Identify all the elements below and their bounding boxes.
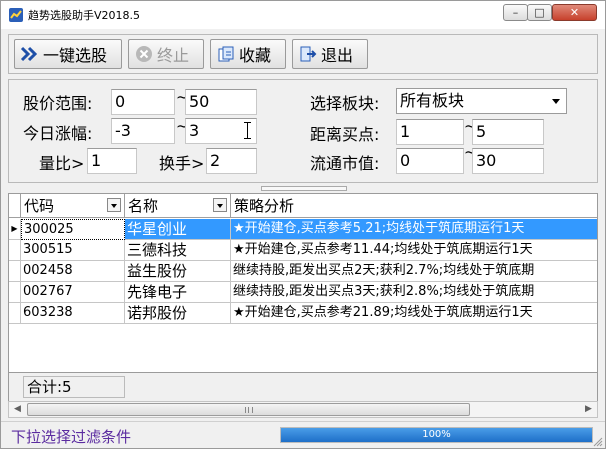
cell-name[interactable]: 华星创业 bbox=[125, 219, 231, 240]
buy-distance-min-input[interactable]: 1 bbox=[396, 119, 464, 145]
cell-code[interactable]: 002458 bbox=[21, 261, 125, 282]
float-cap-max-input[interactable]: 30 bbox=[472, 148, 544, 174]
total-count: 合计:5 bbox=[23, 376, 125, 398]
turnover-input[interactable]: 2 bbox=[206, 148, 257, 174]
header-name[interactable]: 名称 bbox=[125, 194, 231, 218]
chevron-down-icon bbox=[552, 99, 560, 104]
header-code-label: 代码 bbox=[24, 197, 55, 215]
cell-strategy[interactable]: ★开始建仓,买点参考21.89;均线处于筑底期运行1天 bbox=[231, 303, 597, 324]
buy-distance-label: 距离买点: bbox=[310, 125, 380, 144]
row-indicator bbox=[9, 240, 21, 261]
status-bar: 下拉选择过滤条件 100% bbox=[1, 421, 605, 448]
cell-strategy[interactable]: ★开始建仓,买点参考11.44;均线处于筑底期运行1天 bbox=[231, 240, 597, 261]
buy-distance-max-input[interactable]: 5 bbox=[472, 119, 544, 145]
grid-header: 代码 名称 策略分析 bbox=[9, 194, 597, 218]
filter-dropdown-icon[interactable] bbox=[107, 198, 121, 212]
price-range-label: 股价范围: bbox=[23, 94, 93, 113]
float-cap-label: 流通市值: bbox=[310, 154, 380, 173]
scrollbar-thumb[interactable] bbox=[27, 403, 470, 416]
table-row[interactable]: 300515 三德科技 ★开始建仓,买点参考11.44;均线处于筑底期运行1天 bbox=[9, 240, 597, 261]
double-chevron-right-icon bbox=[20, 44, 40, 64]
row-indicator bbox=[9, 261, 21, 282]
row-indicator bbox=[9, 282, 21, 303]
table-row[interactable]: 002767 先锋电子 继续持股,距发出买点3天;获利2.8%;均线处于筑底期 bbox=[9, 282, 597, 303]
resize-grip-icon[interactable] bbox=[593, 437, 603, 447]
maximize-button[interactable]: □ bbox=[527, 4, 552, 21]
turnover-label: 换手> bbox=[159, 154, 205, 173]
toolbar: 一键选股 终止 收藏 退出 bbox=[8, 34, 598, 74]
current-row-indicator-icon: ▶ bbox=[9, 219, 21, 240]
cell-name[interactable]: 益生股份 bbox=[125, 261, 231, 282]
window-title: 趋势选股助手V2018.5 bbox=[28, 9, 141, 22]
row-indicator bbox=[9, 303, 21, 324]
exit-icon bbox=[298, 44, 318, 64]
horizontal-scrollbar[interactable]: ◀ ▶ bbox=[8, 401, 598, 418]
grid-footer: 合计:5 bbox=[8, 373, 598, 401]
panel-splitter[interactable] bbox=[261, 186, 347, 191]
stop-button[interactable]: 终止 bbox=[128, 39, 204, 69]
app-logo-icon bbox=[9, 8, 23, 22]
scroll-left-icon[interactable]: ◀ bbox=[9, 402, 26, 417]
sector-select-value: 所有板块 bbox=[400, 91, 465, 110]
change-label: 今日涨幅: bbox=[23, 124, 93, 143]
favorite-button[interactable]: 收藏 bbox=[210, 39, 286, 69]
filter-panel: 股价范围: 0 ~ 50 今日涨幅: -3 ~ 3 量比> 1 换手> 2 选择… bbox=[8, 79, 598, 183]
cell-code[interactable]: 300025 bbox=[21, 219, 125, 240]
header-strategy-label: 策略分析 bbox=[234, 197, 295, 215]
header-name-label: 名称 bbox=[128, 197, 159, 215]
app-window: 趋势选股助手V2018.5 – □ ✕ 一键选股 终止 收藏 退出 股价范围: … bbox=[0, 0, 606, 449]
cell-code[interactable]: 603238 bbox=[21, 303, 125, 324]
stop-label: 终止 bbox=[157, 46, 190, 65]
change-min-input[interactable]: -3 bbox=[111, 118, 175, 144]
scroll-right-icon[interactable]: ▶ bbox=[580, 402, 597, 417]
sector-label: 选择板块: bbox=[310, 94, 380, 113]
stop-icon bbox=[134, 44, 154, 64]
cell-name[interactable]: 先锋电子 bbox=[125, 282, 231, 303]
cell-strategy[interactable]: ★开始建仓,买点参考5.21;均线处于筑底期运行1天 bbox=[231, 219, 597, 240]
status-hint: 下拉选择过滤条件 bbox=[11, 428, 132, 446]
volume-ratio-label: 量比> bbox=[39, 154, 85, 173]
text-cursor-icon bbox=[244, 122, 251, 139]
table-row[interactable]: 603238 诺邦股份 ★开始建仓,买点参考21.89;均线处于筑底期运行1天 bbox=[9, 303, 597, 324]
price-max-input[interactable]: 50 bbox=[185, 89, 257, 115]
cell-name[interactable]: 三德科技 bbox=[125, 240, 231, 261]
cell-code[interactable]: 300515 bbox=[21, 240, 125, 261]
filter-dropdown-icon[interactable] bbox=[213, 198, 227, 212]
sector-select[interactable]: 所有板块 bbox=[396, 88, 567, 114]
favorite-icon bbox=[216, 44, 236, 64]
minimize-button[interactable]: – bbox=[503, 4, 528, 21]
cell-strategy[interactable]: 继续持股,距发出买点2天;获利2.7%;均线处于筑底期 bbox=[231, 261, 597, 282]
volume-ratio-input[interactable]: 1 bbox=[87, 148, 137, 174]
table-row[interactable]: ▶ 300025 华星创业 ★开始建仓,买点参考5.21;均线处于筑底期运行1天 bbox=[9, 219, 597, 240]
cell-name[interactable]: 诺邦股份 bbox=[125, 303, 231, 324]
cell-code[interactable]: 002767 bbox=[21, 282, 125, 303]
exit-button[interactable]: 退出 bbox=[292, 39, 368, 69]
close-button[interactable]: ✕ bbox=[552, 4, 597, 21]
header-indicator-cell bbox=[9, 194, 21, 218]
grip-icon bbox=[244, 407, 253, 413]
title-bar[interactable]: 趋势选股助手V2018.5 – □ ✕ bbox=[1, 1, 605, 29]
progress-text: 100% bbox=[422, 429, 451, 440]
float-cap-min-input[interactable]: 0 bbox=[396, 148, 464, 174]
cell-strategy[interactable]: 继续持股,距发出买点3天;获利2.8%;均线处于筑底期 bbox=[231, 282, 597, 303]
progress-bar: 100% bbox=[280, 427, 593, 443]
one-click-select-label: 一键选股 bbox=[43, 46, 108, 65]
stock-grid: 代码 名称 策略分析 ▶ 300025 华星创业 ★开始建仓,买点参考5.21;… bbox=[8, 193, 598, 373]
price-min-input[interactable]: 0 bbox=[111, 89, 175, 115]
table-row[interactable]: 002458 益生股份 继续持股,距发出买点2天;获利2.7%;均线处于筑底期 bbox=[9, 261, 597, 282]
header-code[interactable]: 代码 bbox=[21, 194, 125, 218]
favorite-label: 收藏 bbox=[239, 46, 272, 65]
header-strategy[interactable]: 策略分析 bbox=[231, 194, 597, 218]
one-click-select-button[interactable]: 一键选股 bbox=[14, 39, 122, 69]
exit-label: 退出 bbox=[321, 46, 354, 65]
